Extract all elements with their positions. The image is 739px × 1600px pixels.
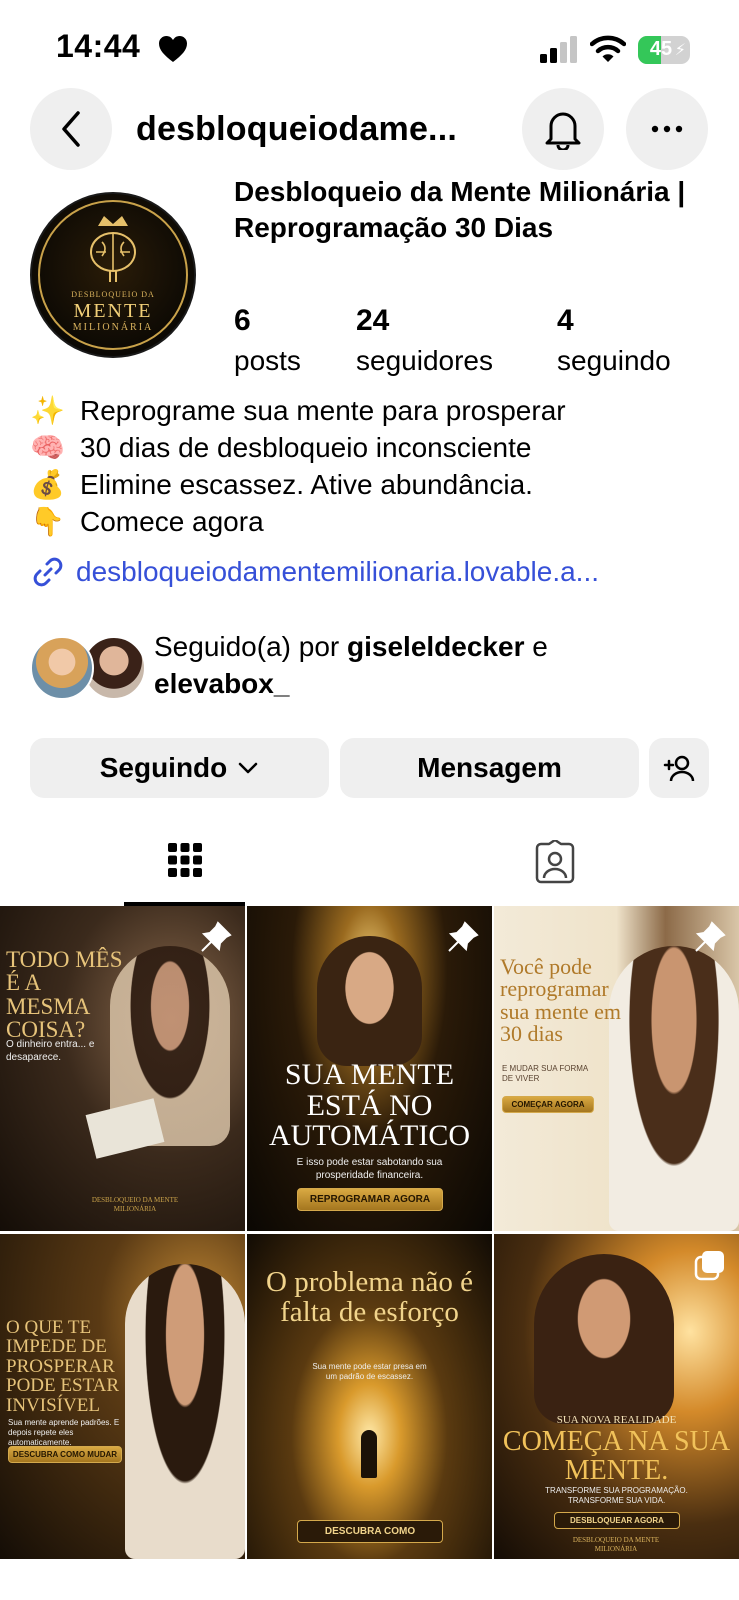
followed-by-prefix: Seguido(a) por — [154, 631, 348, 662]
post-subtitle: E MUDAR SUA FORMA DE VIVER — [502, 1064, 588, 1083]
stat-posts-value: 6 — [234, 304, 251, 337]
post-tile[interactable]: O QUE TE IMPEDE DE PROSPERAR PODE ESTAR … — [0, 1234, 245, 1559]
sparkles-icon: ✨ — [30, 395, 65, 426]
avatar-text-2: MENTE — [73, 300, 153, 322]
post-cta-button: COMEÇAR AGORA — [502, 1096, 594, 1113]
post-subtitle: TRANSFORME SUA PROGRAMAÇÃO. TRANSFORME S… — [545, 1486, 688, 1505]
wifi-icon — [590, 35, 626, 62]
post-tile[interactable]: Você pode reprogramar sua mente em 30 di… — [494, 906, 739, 1231]
following-button[interactable]: Seguindo — [30, 738, 329, 798]
avatar-text-1: DESBLOQUEIO DA — [71, 290, 155, 299]
followed-by-user-2[interactable]: elevabox_ — [154, 668, 289, 699]
stat-following-label: seguindo — [557, 345, 671, 376]
message-button[interactable]: Mensagem — [340, 738, 639, 798]
post-cta-button: DESCUBRA COMO MUDAR — [8, 1446, 122, 1463]
post-subtitle: Sua mente aprende padrões. E depois repe… — [8, 1418, 120, 1447]
walking-figure — [361, 1430, 377, 1478]
pointing-down-icon: 👇 — [30, 506, 65, 537]
bell-icon — [545, 112, 581, 150]
followed-by-user-1[interactable]: giseleldecker — [347, 631, 524, 662]
following-button-label: Seguindo — [99, 752, 228, 783]
more-options-button[interactable] — [626, 88, 708, 170]
ellipsis-icon — [651, 125, 683, 133]
brain-icon: 🧠 — [30, 432, 65, 463]
post-tile[interactable]: SUA NOVA REALIDADE COMEÇA NA SUA MENTE. … — [494, 1234, 739, 1559]
stat-posts-label: posts — [234, 345, 301, 376]
status-time: 14:44 — [56, 28, 141, 64]
post-tile[interactable]: O problema não é falta de esforço Sua me… — [247, 1234, 492, 1559]
pin-icon — [201, 921, 232, 952]
post-cta-button: DESCUBRA COMO — [297, 1520, 443, 1543]
avatar-text-3: MILIONÁRIA — [72, 322, 154, 333]
post-title: SUA MENTE ESTÁ NO AUTOMÁTICO — [268, 1058, 471, 1153]
chevron-left-icon — [62, 111, 80, 147]
post-photo — [534, 1254, 674, 1424]
profile-link[interactable]: desbloqueiodamentemilionaria.lovable.a..… — [30, 554, 599, 590]
stat-posts[interactable]: 6 posts — [234, 304, 301, 378]
message-button-label: Mensagem — [417, 752, 562, 783]
post-subtitle: O dinheiro entra... e desaparece. — [6, 1039, 95, 1063]
stat-followers-label: seguidores — [356, 345, 493, 376]
stat-followers[interactable]: 24 seguidores — [356, 304, 493, 378]
cellular-signal-icon — [540, 36, 577, 63]
profile-link-text: desbloqueiodamentemilionaria.lovable.a..… — [76, 556, 600, 587]
follower-avatar-1[interactable] — [30, 636, 94, 700]
stat-followers-value: 24 — [356, 304, 390, 337]
post-footer: DESBLOQUEIO DA MENTE MILIONÁRIA — [91, 1196, 179, 1213]
profile-tabs — [0, 820, 739, 906]
bio-text: Comece agora — [80, 506, 264, 537]
link-icon — [33, 557, 63, 587]
bio-text: Reprograme sua mente para prosperar — [80, 395, 566, 426]
pin-icon — [448, 921, 479, 952]
grid-icon[interactable] — [167, 842, 203, 878]
followed-by-conj: e — [524, 631, 548, 662]
charging-bolt-icon: ⚡ — [674, 42, 686, 59]
money-bag-icon: 💰 — [30, 469, 65, 500]
post-title: O QUE TE IMPEDE DE PROSPERAR PODE ESTAR … — [6, 1317, 120, 1416]
stat-following-value: 4 — [557, 304, 574, 337]
post-footer: DESBLOQUEIO DA MENTE MILIONÁRIA — [572, 1536, 660, 1553]
bio-text: Elimine escassez. Ative abundância. — [80, 469, 533, 500]
post-title: Você pode reprogramar sua mente em 30 di… — [500, 954, 621, 1047]
post-title: O problema não é falta de esforço — [266, 1266, 473, 1328]
carousel-icon — [694, 1251, 724, 1281]
battery-icon: 45 ⚡ — [638, 36, 690, 64]
pin-icon — [695, 921, 726, 952]
bio-line: ✨ Reprograme sua mente para prosperar — [30, 392, 720, 429]
profile-bio: ✨ Reprograme sua mente para prosperar 🧠 30… — [30, 392, 720, 540]
stat-following[interactable]: 4 seguindo — [557, 304, 671, 378]
post-subtitle: Sua mente pode estar presa em um padrão … — [312, 1362, 427, 1381]
profile-avatar[interactable]: DESBLOQUEIO DA MENTE MILIONÁRIA — [30, 192, 196, 358]
suggest-people-button[interactable] — [649, 738, 709, 798]
post-photo — [317, 936, 422, 1066]
profile-full-name: Desbloqueio da Mente Milionária | Reprog… — [234, 176, 686, 243]
add-person-icon — [663, 755, 695, 782]
profile-username: desbloqueiodame... — [136, 110, 457, 148]
tagged-photos-icon[interactable] — [533, 840, 577, 884]
bio-line: 💰 Elimine escassez. Ative abundância. — [30, 466, 720, 503]
post-title: COMEÇA NA SUA MENTE. — [502, 1426, 731, 1486]
brain-crown-logo-icon — [90, 216, 136, 282]
post-tile[interactable]: TODO MÊS É A MESMA COISA? O dinheiro ent… — [0, 906, 245, 1231]
post-tile[interactable]: SUA MENTE ESTÁ NO AUTOMÁTICO E isso pode… — [247, 906, 492, 1231]
post-cta-button: REPROGRAMAR AGORA — [297, 1188, 443, 1211]
bio-line: 👇 Comece agora — [30, 503, 720, 540]
followed-by-text[interactable]: Seguido(a) por giseleldecker e elevabox_ — [154, 628, 714, 702]
post-title: TODO MÊS É A MESMA COISA? — [6, 947, 123, 1043]
paper-illustration — [85, 1098, 165, 1159]
status-bar: 14:44 45 ⚡ — [0, 0, 739, 88]
post-subtitle: E isso pode estar sabotando sua prosperi… — [296, 1157, 443, 1181]
chevron-down-icon — [239, 762, 258, 774]
bio-line: 🧠 30 dias de desbloqueio inconsciente — [30, 429, 720, 466]
heart-icon — [159, 36, 187, 62]
bio-text: 30 dias de desbloqueio inconsciente — [80, 432, 532, 463]
notifications-button[interactable] — [522, 88, 604, 170]
post-photo — [125, 1264, 245, 1559]
post-cta-button: DESBLOQUEAR AGORA — [554, 1512, 680, 1529]
back-button[interactable] — [30, 88, 112, 170]
